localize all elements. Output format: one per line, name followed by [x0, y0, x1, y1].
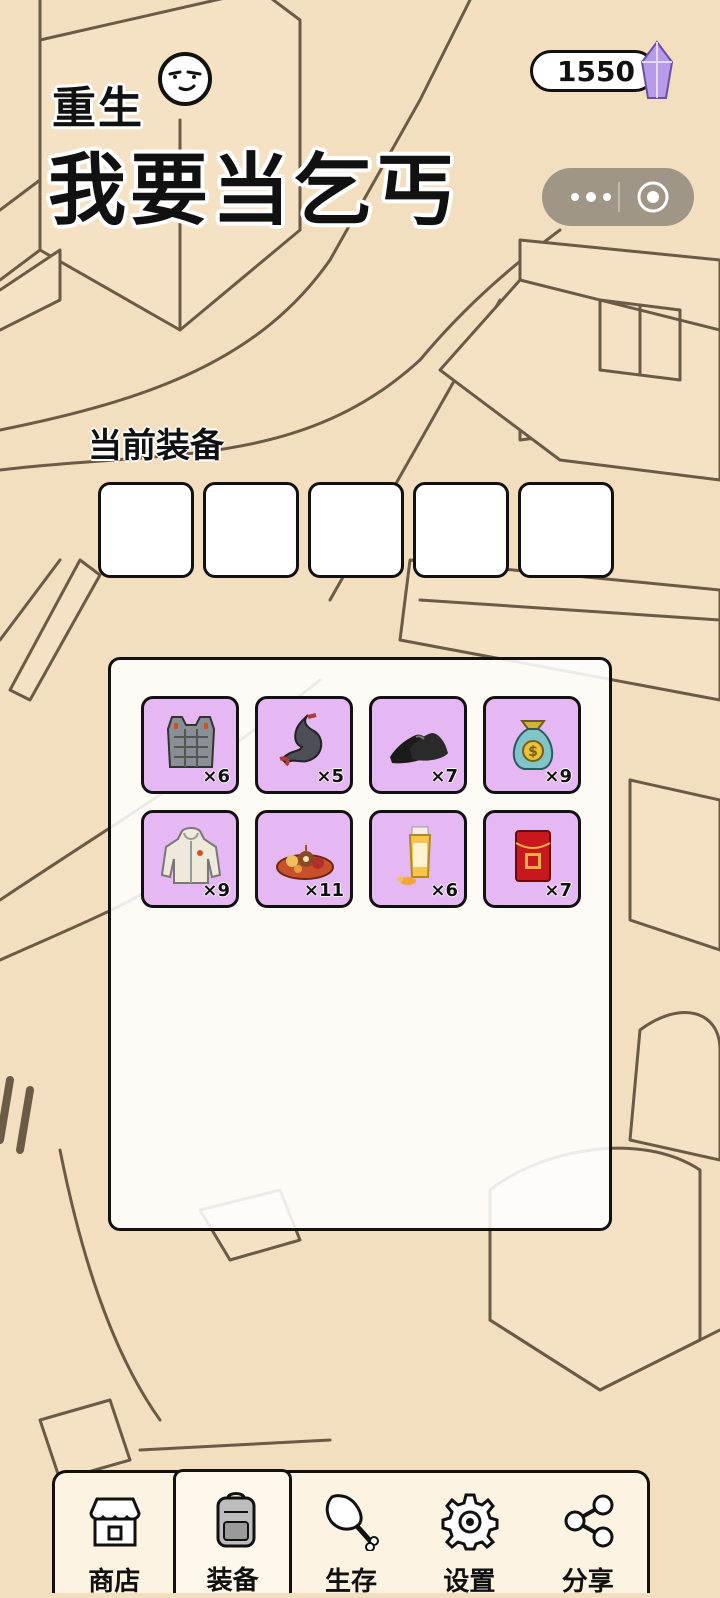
inventory-item-money-bag[interactable]: $ ×9	[483, 696, 581, 794]
nav-item-shop[interactable]: 商店	[55, 1473, 173, 1597]
nav-label: 商店	[88, 1567, 141, 1597]
nav-item-survival[interactable]: 生存	[292, 1473, 410, 1597]
nav-item-equipment[interactable]: 装备	[173, 1469, 292, 1596]
inventory-item-sunscreen[interactable]: ×6	[369, 810, 467, 908]
nav-label: 生存	[325, 1567, 378, 1597]
item-count: ×6	[202, 766, 230, 787]
inventory-item-red-envelope[interactable]: ×7	[483, 810, 581, 908]
inventory-item-hoodie[interactable]: ×9	[141, 810, 239, 908]
equipment-slots	[98, 482, 614, 578]
target-circle-icon[interactable]	[636, 180, 670, 214]
equipment-slot-4[interactable]	[413, 482, 509, 578]
item-count: ×9	[202, 880, 230, 901]
backpack-icon	[216, 1492, 256, 1548]
smug-face-icon	[158, 52, 212, 106]
more-dots-icon[interactable]	[568, 190, 614, 204]
inventory-item-armor-vest[interactable]: ×6	[141, 696, 239, 794]
item-count: ×7	[430, 766, 458, 787]
inventory-item-stomach[interactable]: ×5	[255, 696, 353, 794]
item-count: ×11	[303, 880, 344, 901]
item-count: ×7	[544, 880, 572, 901]
currency-display: 1550	[530, 50, 656, 92]
currency-amount: 1550	[557, 54, 635, 88]
game-title-line1: 重生	[52, 83, 144, 134]
current-equipment-title: 当前装备	[88, 426, 224, 466]
shop-icon	[89, 1497, 141, 1547]
game-title-line2: 我要当乞丐	[48, 146, 459, 236]
purple-crystal-icon	[640, 40, 674, 99]
equipment-slot-2[interactable]	[203, 482, 299, 578]
inventory-panel: ×6 ×5 ×7 $ ×9 ×9 ×11 ×6 ×7	[108, 657, 612, 1231]
item-count: ×5	[316, 766, 344, 787]
svg-text:$: $	[528, 744, 538, 760]
nav-label: 装备	[206, 1566, 259, 1596]
item-count: ×6	[430, 880, 458, 901]
nav-label: 分享	[561, 1567, 614, 1597]
inventory-grid: ×6 ×5 ×7 $ ×9 ×9 ×11 ×6 ×7	[141, 696, 581, 908]
bottom-nav: 商店 装备 生存 设置 分享	[52, 1469, 650, 1597]
share-icon	[564, 1494, 614, 1548]
nav-item-settings[interactable]: 设置	[410, 1473, 528, 1597]
nav-label: 设置	[443, 1567, 496, 1597]
miniprogram-capsule	[542, 168, 694, 226]
capsule-divider	[618, 182, 620, 212]
inventory-item-black-shoes[interactable]: ×7	[369, 696, 467, 794]
equipment-slot-3[interactable]	[308, 482, 404, 578]
drumstick-icon	[325, 1494, 379, 1551]
item-count: ×9	[544, 766, 572, 787]
equipment-slot-5[interactable]	[518, 482, 614, 578]
inventory-item-food-platter[interactable]: ×11	[255, 810, 353, 908]
equipment-slot-1[interactable]	[98, 482, 194, 578]
nav-item-share[interactable]: 分享	[529, 1473, 647, 1597]
gear-icon	[441, 1493, 499, 1551]
